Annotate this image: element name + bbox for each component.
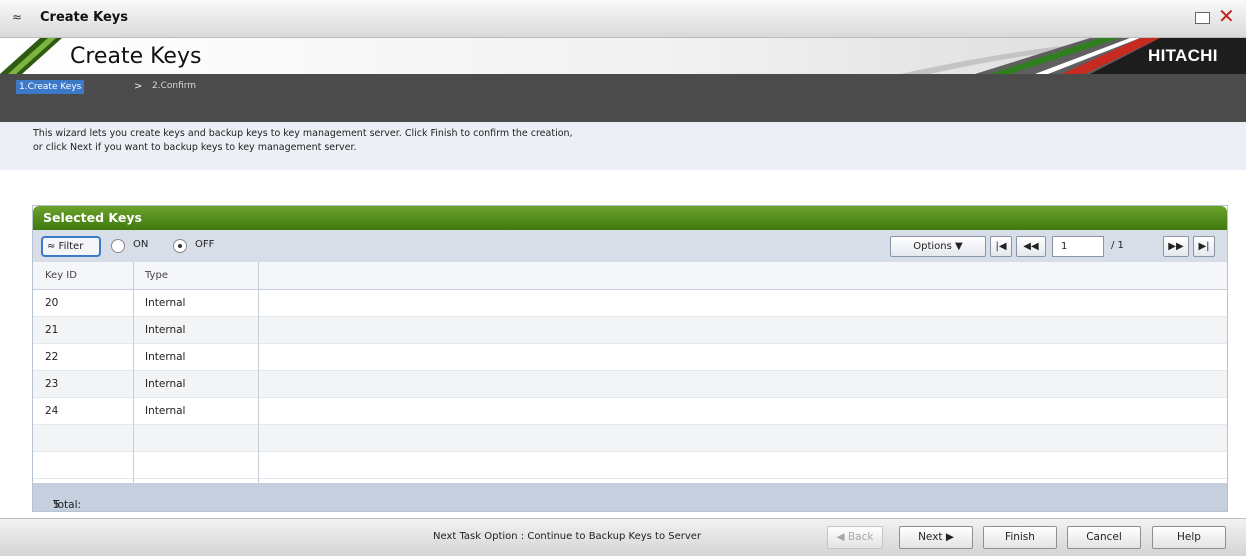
table-body: 20 Internal 21 Internal 22 Internal 23 I… — [33, 290, 1227, 479]
last-page-button[interactable]: ▶| — [1193, 236, 1215, 257]
wizard-steps: 1.Create Keys > 2.Confirm — [0, 74, 1246, 122]
cancel-button[interactable]: Cancel — [1067, 526, 1141, 549]
table-row[interactable]: 21 Internal — [33, 317, 1227, 344]
wizard-banner: Create Keys HITACHI — [0, 38, 1246, 74]
table-toolbar: ≈ Filter ON OFF Options ▼ |◀ ◀◀ 1 / 1 ▶▶… — [33, 230, 1227, 262]
cell-type: Internal — [145, 378, 186, 390]
cell-type — [133, 452, 145, 479]
filter-button[interactable]: ≈ Filter — [41, 236, 101, 257]
step-separator: > — [134, 81, 143, 92]
filter-on-radio[interactable] — [111, 239, 125, 253]
page-number-input[interactable]: 1 — [1052, 236, 1104, 257]
table-footer: Total: 5 — [33, 483, 1227, 511]
page-total: / 1 — [1111, 240, 1124, 251]
step-confirm: 2.Confirm — [152, 81, 197, 91]
cell-key-id: 23 — [45, 378, 59, 390]
close-icon[interactable]: ✕ — [1218, 6, 1235, 26]
finish-button[interactable]: Finish — [983, 526, 1057, 549]
table-row[interactable]: 20 Internal — [33, 290, 1227, 317]
table-row[interactable]: 23 Internal — [33, 371, 1227, 398]
column-divider — [258, 262, 259, 483]
back-button[interactable]: ◀ Back — [827, 526, 883, 549]
next-button[interactable]: Next ▶ — [899, 526, 973, 549]
description-line-2: or click Next if you want to backup keys… — [33, 142, 357, 153]
first-page-button[interactable]: |◀ — [990, 236, 1012, 257]
collapse-icon[interactable]: ≈ — [12, 10, 22, 24]
cell-type: Internal — [145, 324, 186, 336]
panel-title: Selected Keys — [43, 210, 142, 225]
step-create-keys: 1.Create Keys — [16, 80, 85, 94]
cell-key-id — [33, 452, 45, 479]
cell-key-id: 20 — [45, 297, 59, 309]
table-row[interactable]: 22 Internal — [33, 344, 1227, 371]
prev-page-button[interactable]: ◀◀ — [1016, 236, 1046, 257]
total-value: 5 — [53, 499, 60, 511]
column-header-key-id[interactable]: Key ID — [33, 262, 133, 290]
options-dropdown[interactable]: Options ▼ — [890, 236, 986, 257]
restore-icon[interactable] — [1195, 12, 1210, 24]
cell-key-id: 21 — [45, 324, 59, 336]
window-title: Create Keys — [40, 10, 128, 25]
table-row-empty — [33, 425, 1227, 452]
filter-on-label: ON — [133, 239, 149, 250]
panel-header: Selected Keys — [33, 206, 1227, 230]
table-row[interactable]: 24 Internal — [33, 398, 1227, 425]
wizard-footer: Next Task Option : Continue to Backup Ke… — [0, 518, 1246, 556]
column-divider — [133, 262, 134, 483]
hitachi-logo: HITACHI — [1148, 46, 1218, 65]
selected-keys-panel: Selected Keys ≈ Filter ON OFF Options ▼ … — [32, 205, 1228, 512]
cell-type: Internal — [145, 351, 186, 363]
wizard-description: This wizard lets you create keys and bac… — [0, 122, 1246, 170]
next-page-button[interactable]: ▶▶ — [1163, 236, 1189, 257]
page-title: Create Keys — [70, 44, 202, 69]
cell-type — [133, 425, 145, 452]
cell-type: Internal — [145, 297, 186, 309]
column-header-type[interactable]: Type — [133, 262, 258, 290]
help-button[interactable]: Help — [1152, 526, 1226, 549]
cell-key-id: 22 — [45, 351, 59, 363]
description-line-1: This wizard lets you create keys and bac… — [33, 128, 573, 139]
filter-off-label: OFF — [195, 239, 215, 250]
window-titlebar: ≈ Create Keys ✕ — [0, 0, 1246, 38]
table-row-empty — [33, 452, 1227, 479]
next-task-option: Next Task Option : Continue to Backup Ke… — [433, 531, 702, 542]
filter-off-radio[interactable] — [173, 239, 187, 253]
cell-key-id: 24 — [45, 405, 59, 417]
table-header: Key ID Type — [33, 262, 1227, 290]
description-text: This wizard lets you create keys and bac… — [33, 127, 933, 155]
cell-key-id — [33, 425, 45, 452]
cell-type: Internal — [145, 405, 186, 417]
